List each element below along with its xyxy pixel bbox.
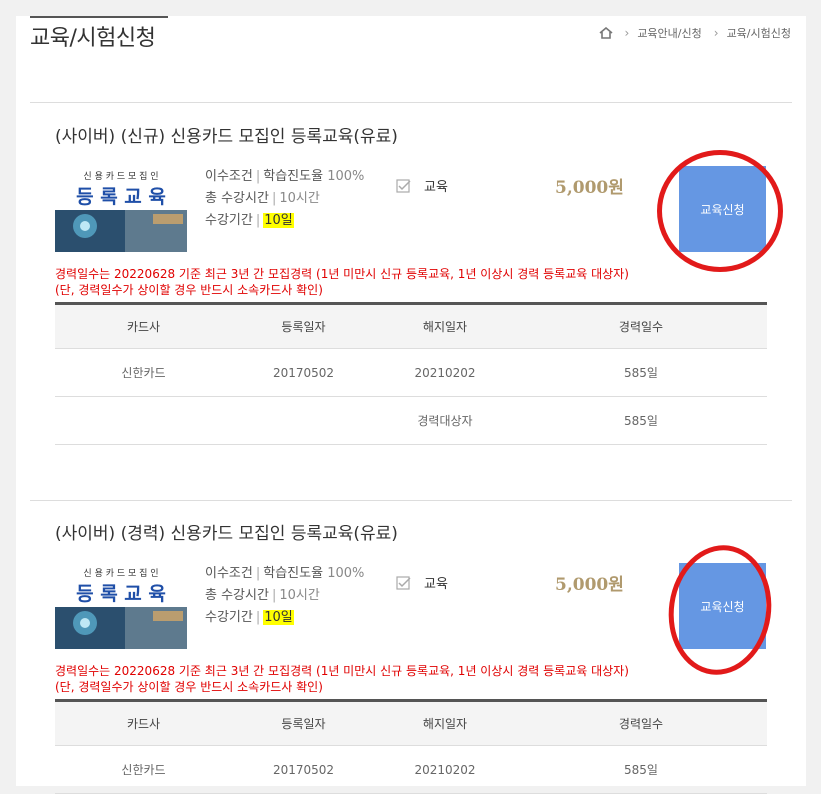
notice-line-2: (단, 경력일수가 상이할 경우 반드시 소속카드사 확인): [55, 283, 323, 297]
svg-text:등 록 교 육: 등 록 교 육: [76, 583, 166, 605]
period-value: 10일: [263, 213, 294, 228]
requirement-pct: 100%: [327, 566, 365, 581]
notice-line-2: (단, 경력일수가 상이할 경우 반드시 소속카드사 확인): [55, 680, 323, 694]
table-header: 카드사 등록일자 해지일자 경력일수: [55, 305, 767, 349]
breadcrumb-item-guide[interactable]: 교육안내/신청: [637, 25, 701, 41]
course-thumbnail: 신 용 카 드 모 집 인 등 록 교 육: [55, 563, 187, 649]
table-cell: 585일: [624, 366, 658, 380]
svg-text:신 용 카 드 모 집 인: 신 용 카 드 모 집 인: [83, 170, 158, 182]
page-title: 교육/시험신청: [30, 26, 156, 51]
divider: [30, 102, 792, 103]
course-title[interactable]: (사이버) (경력) 신용카드 모집인 등록교육(유료): [55, 519, 398, 544]
checkbox-icon: [396, 178, 411, 193]
notice-line-1: 경력일수는 20220628 기준 최근 3년 간 모집경력 (1년 미만시 신…: [55, 267, 629, 281]
category-label: 교육: [424, 180, 448, 195]
notice-line-1: 경력일수는 20220628 기준 최근 3년 간 모집경력 (1년 미만시 신…: [55, 664, 629, 678]
svg-text:신 용 카 드 모 집 인: 신 용 카 드 모 집 인: [83, 567, 158, 579]
apply-button[interactable]: 교육신청: [679, 563, 766, 649]
table-header: 카드사 등록일자 해지일자 경력일수: [55, 702, 767, 746]
column-header: 경력일수: [618, 717, 664, 731]
requirement-pct: 100%: [327, 169, 365, 184]
column-header: 해지일자: [422, 717, 468, 731]
period-label: 수강기간: [205, 610, 253, 625]
column-header: 해지일자: [422, 320, 468, 334]
table-cell: 신한카드: [121, 366, 166, 380]
course-title[interactable]: (사이버) (신규) 신용카드 모집인 등록교육(유료): [55, 122, 398, 147]
career-notice: 경력일수는 20220628 기준 최근 3년 간 모집경력 (1년 미만시 신…: [55, 266, 629, 298]
course-meta: 이수조건 | 학습진도율 100% 총 수강시간 | 10시간 수강기간 | 10일: [205, 169, 365, 228]
column-header: 등록일자: [281, 717, 326, 731]
table-row: 신한카드 20170502 20210202 585일: [55, 746, 767, 794]
table-row: 경력대상자 585일: [55, 397, 767, 445]
course-meta: 이수조건 | 학습진도율 100% 총 수강시간 | 10시간 수강기간 | 10일: [205, 566, 365, 625]
hours-label: 총 수강시간: [205, 588, 269, 603]
apply-button[interactable]: 교육신청: [679, 166, 766, 252]
table-cell: 신한카드: [121, 763, 166, 777]
requirement-value: 학습진도율: [263, 169, 324, 184]
checkbox-icon: [396, 575, 411, 590]
breadcrumb-item-current[interactable]: 교육/시험신청: [727, 25, 791, 41]
category-label: 교육: [424, 577, 448, 592]
career-table: 카드사 등록일자 해지일자 경력일수 신한카드 20170502 2021020…: [55, 699, 767, 794]
hours-value: 10시간: [279, 588, 320, 603]
career-notice: 경력일수는 20220628 기준 최근 3년 간 모집경력 (1년 미만시 신…: [55, 663, 629, 695]
requirement-value: 학습진도율: [263, 566, 324, 581]
chevron-right-icon: ›: [624, 26, 630, 40]
breadcrumb: › 교육안내/신청 › 교육/시험신청: [598, 25, 791, 41]
content-panel: 교육/시험신청 › 교육안내/신청 › 교육/시험신청 (사이버) (신규) 신…: [16, 16, 806, 794]
column-header: 등록일자: [281, 320, 326, 334]
table-row: 신한카드 20170502 20210202 585일: [55, 349, 767, 397]
table-cell: 20170502: [272, 365, 335, 380]
home-icon[interactable]: [598, 26, 613, 39]
career-table: 카드사 등록일자 해지일자 경력일수 신한카드 20170502 2021020…: [55, 302, 767, 445]
table-cell: 20210202: [414, 762, 476, 777]
column-header: 카드사: [126, 320, 161, 334]
column-header: 경력일수: [618, 320, 664, 334]
hours-value: 10시간: [279, 191, 320, 206]
course-category: 교육: [396, 573, 448, 592]
column-header: 카드사: [126, 717, 161, 731]
table-cell: 경력대상자: [417, 414, 473, 428]
course-category: 교육: [396, 176, 448, 195]
svg-text:등 록 교 육: 등 록 교 육: [76, 186, 166, 208]
table-cell: 20210202: [414, 365, 476, 380]
chevron-right-icon: ›: [713, 26, 719, 40]
course-thumbnail: 신 용 카 드 모 집 인 등 록 교 육: [55, 166, 187, 252]
hours-label: 총 수강시간: [205, 191, 269, 206]
period-label: 수강기간: [205, 213, 253, 228]
course-price: 5,000원: [555, 575, 624, 595]
table-cell: 20170502: [272, 762, 335, 777]
course-price: 5,000원: [555, 178, 624, 198]
table-cell: 585일: [624, 763, 658, 777]
requirement-label: 이수조건: [205, 169, 253, 184]
requirement-label: 이수조건: [205, 566, 253, 581]
period-value: 10일: [263, 610, 294, 625]
title-accent-bar: [30, 16, 168, 18]
divider: [30, 500, 792, 501]
table-cell: 585일: [624, 414, 658, 428]
